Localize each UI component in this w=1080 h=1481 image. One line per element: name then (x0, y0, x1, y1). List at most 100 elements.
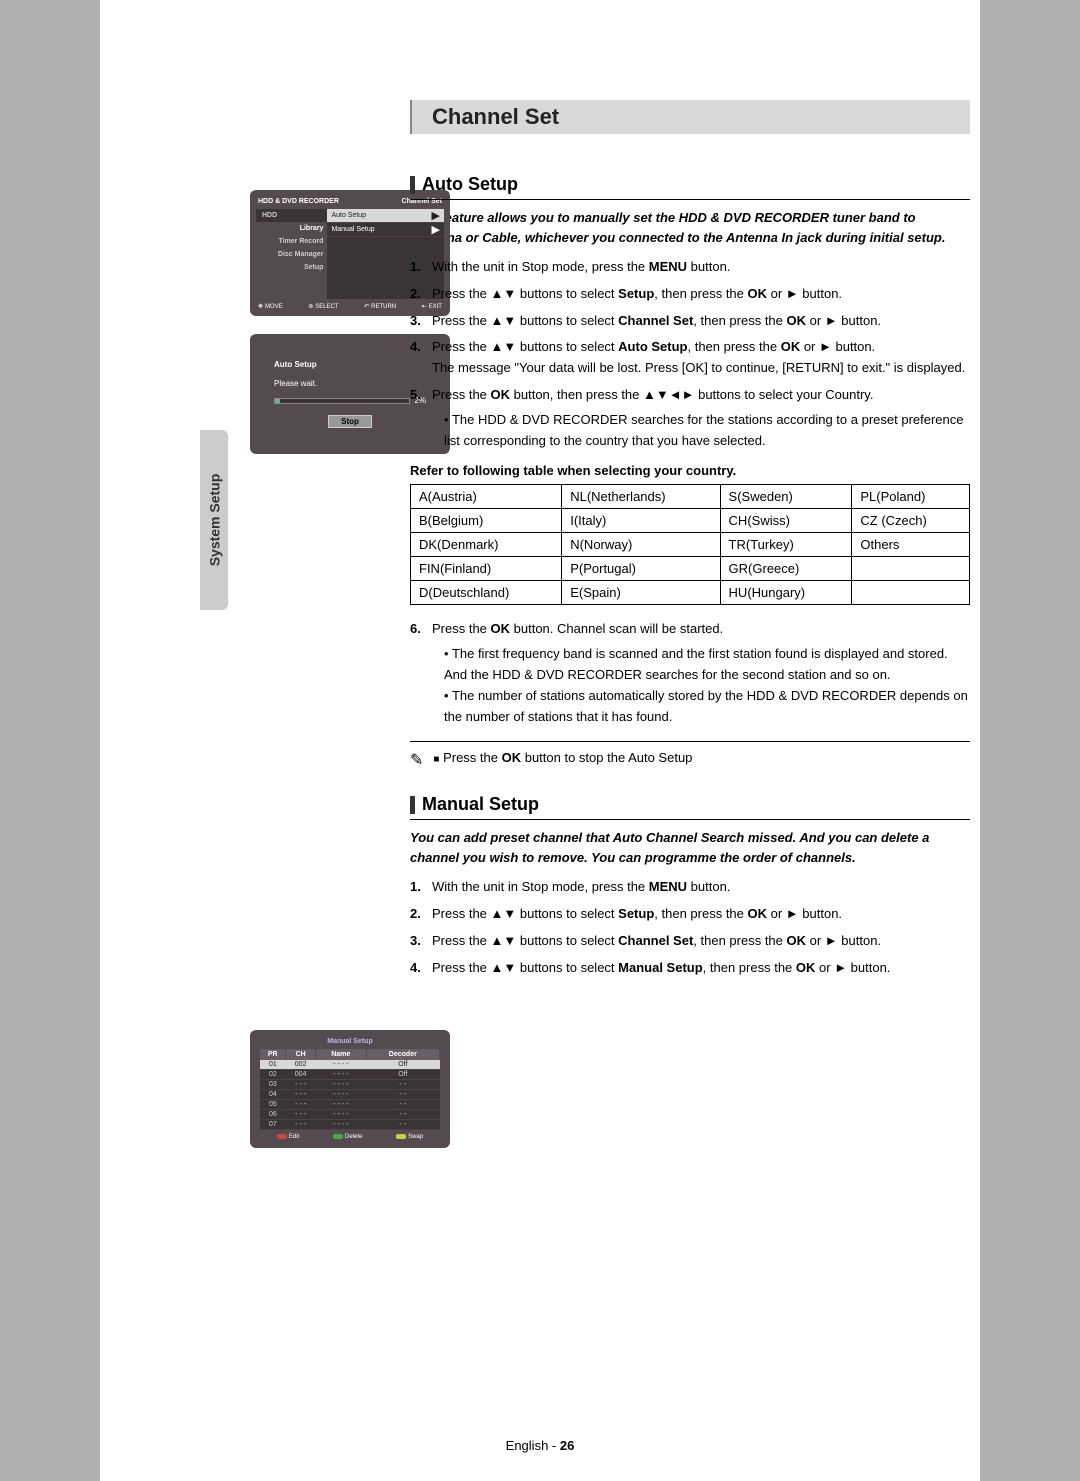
footer-page: 26 (560, 1438, 574, 1453)
mstep-1: 1. With the unit in Stop mode, press the… (410, 877, 970, 898)
td: Off (366, 1070, 439, 1080)
t: OK (502, 750, 522, 765)
osd-title: HDD & DVD RECORDER (258, 198, 339, 205)
footer-lang: English (506, 1438, 549, 1453)
country-table: A(Austria)NL(Netherlands)S(Sweden)PL(Pol… (410, 484, 970, 605)
t: Setup (618, 906, 654, 921)
t: or ► button. (815, 960, 890, 975)
td: I(Italy) (562, 509, 720, 533)
bullet: The number of stations automatically sto… (444, 686, 970, 728)
page: System Setup HDD & DVD RECORDER Channel … (100, 0, 980, 1481)
bullet: The HDD & DVD RECORDER searches for the … (444, 410, 970, 452)
td: DK(Denmark) (411, 533, 562, 557)
td: FIN(Finland) (411, 557, 562, 581)
bullet: The first frequency band is scanned and … (444, 644, 970, 686)
t: Press the (443, 750, 502, 765)
td: 07 (260, 1120, 286, 1130)
note: ✎ ■ Press the OK button to stop the Auto… (410, 741, 970, 770)
td: S(Sweden) (720, 485, 852, 509)
td: 06 (260, 1110, 286, 1120)
t: OK (491, 621, 511, 636)
t: Manual Setup (618, 960, 703, 975)
t: button, then press the ▲▼◄► buttons to s… (510, 387, 873, 402)
t: Press the ▲▼ buttons to select (432, 286, 618, 301)
t: Press the ▲▼ buttons to select (432, 313, 618, 328)
osd-option-label: Auto Setup (331, 212, 366, 219)
mstep-2: 2. Press the ▲▼ buttons to select Setup,… (410, 904, 970, 925)
t: button to stop the Auto Setup (521, 750, 692, 765)
t: Press the ▲▼ buttons to select (432, 933, 618, 948)
osd-menu-item: Setup (256, 261, 327, 274)
td: - - - - (315, 1080, 366, 1090)
t: button. (687, 879, 730, 894)
manual-steps: 1. With the unit in Stop mode, press the… (410, 877, 970, 978)
td (852, 557, 970, 581)
t: Press the ▲▼ buttons to select (432, 906, 618, 921)
osd-hint-return: ↶ RETURN (364, 303, 396, 310)
t: OK (796, 960, 816, 975)
t: Press the ▲▼ buttons to select (432, 339, 618, 354)
td: TR(Turkey) (720, 533, 852, 557)
manual-title: Manual Setup (260, 1038, 440, 1045)
side-tab-label: System Setup (206, 474, 222, 567)
td: CH(Swiss) (720, 509, 852, 533)
td: CZ (Czech) (852, 509, 970, 533)
t: OK (787, 313, 807, 328)
side-tab: System Setup (200, 430, 228, 610)
td: - - (366, 1120, 439, 1130)
t: With the unit in Stop mode, press the (432, 259, 649, 274)
t: MENU (649, 879, 687, 894)
progress-wait: Please wait. (274, 379, 426, 388)
t: , then press the (693, 933, 786, 948)
ref-line: Refer to following table when selecting … (410, 463, 970, 478)
td: 04 (260, 1090, 286, 1100)
td: - - (366, 1100, 439, 1110)
t: The message "Your data will be lost. Pre… (432, 360, 965, 375)
main-content: Channel Set Auto Setup This feature allo… (410, 100, 970, 979)
t: Channel Set (618, 933, 693, 948)
step-6: 6. Press the OK button. Channel scan wil… (410, 619, 970, 727)
th: Decoder (366, 1049, 439, 1060)
td: Off (366, 1060, 439, 1070)
td: - - - - (315, 1090, 366, 1100)
step-3: 3. Press the ▲▼ buttons to select Channe… (410, 311, 970, 332)
t: OK (787, 933, 807, 948)
td: NL(Netherlands) (562, 485, 720, 509)
t: or ► button. (800, 339, 875, 354)
td: A(Austria) (411, 485, 562, 509)
mstep-4: 4. Press the ▲▼ buttons to select Manual… (410, 958, 970, 979)
t: button. (687, 259, 730, 274)
td: - - - (286, 1080, 316, 1090)
t: , then press the (654, 286, 747, 301)
td: - - - (286, 1100, 316, 1110)
td: P(Portugal) (562, 557, 720, 581)
step-5: 5. Press the OK button, then press the ▲… (410, 385, 970, 451)
manual-setup-heading: Manual Setup (410, 794, 970, 820)
td: E(Spain) (562, 581, 720, 605)
td: - - - (286, 1110, 316, 1120)
legend-edit: Edit (277, 1134, 299, 1140)
t: Press the ▲▼ buttons to select (432, 960, 618, 975)
legend-swap: Swap (396, 1134, 423, 1140)
osd-hdd: HDD (256, 209, 327, 222)
t: Setup (618, 286, 654, 301)
td: 05 (260, 1100, 286, 1110)
footer: English - 26 (100, 1438, 980, 1453)
t: With the unit in Stop mode, press the (432, 879, 649, 894)
td: N(Norway) (562, 533, 720, 557)
t: MENU (649, 259, 687, 274)
manual-intro: You can add preset channel that Auto Cha… (410, 828, 970, 867)
td: - - - - (315, 1060, 366, 1070)
td: D(Deutschland) (411, 581, 562, 605)
td: - - (366, 1080, 439, 1090)
osd-manual-setup: Manual Setup PR CH Name Decoder 01002- -… (250, 1030, 450, 1148)
td: - - - (286, 1090, 316, 1100)
t: , then press the (687, 339, 780, 354)
td: PL(Poland) (852, 485, 970, 509)
td (852, 581, 970, 605)
td: - - (366, 1090, 439, 1100)
t: OK (748, 906, 768, 921)
chevron-right-icon: ▶ (432, 223, 440, 236)
osd-menu-item: Disc Manager (256, 248, 327, 261)
progress-bar (274, 398, 410, 404)
